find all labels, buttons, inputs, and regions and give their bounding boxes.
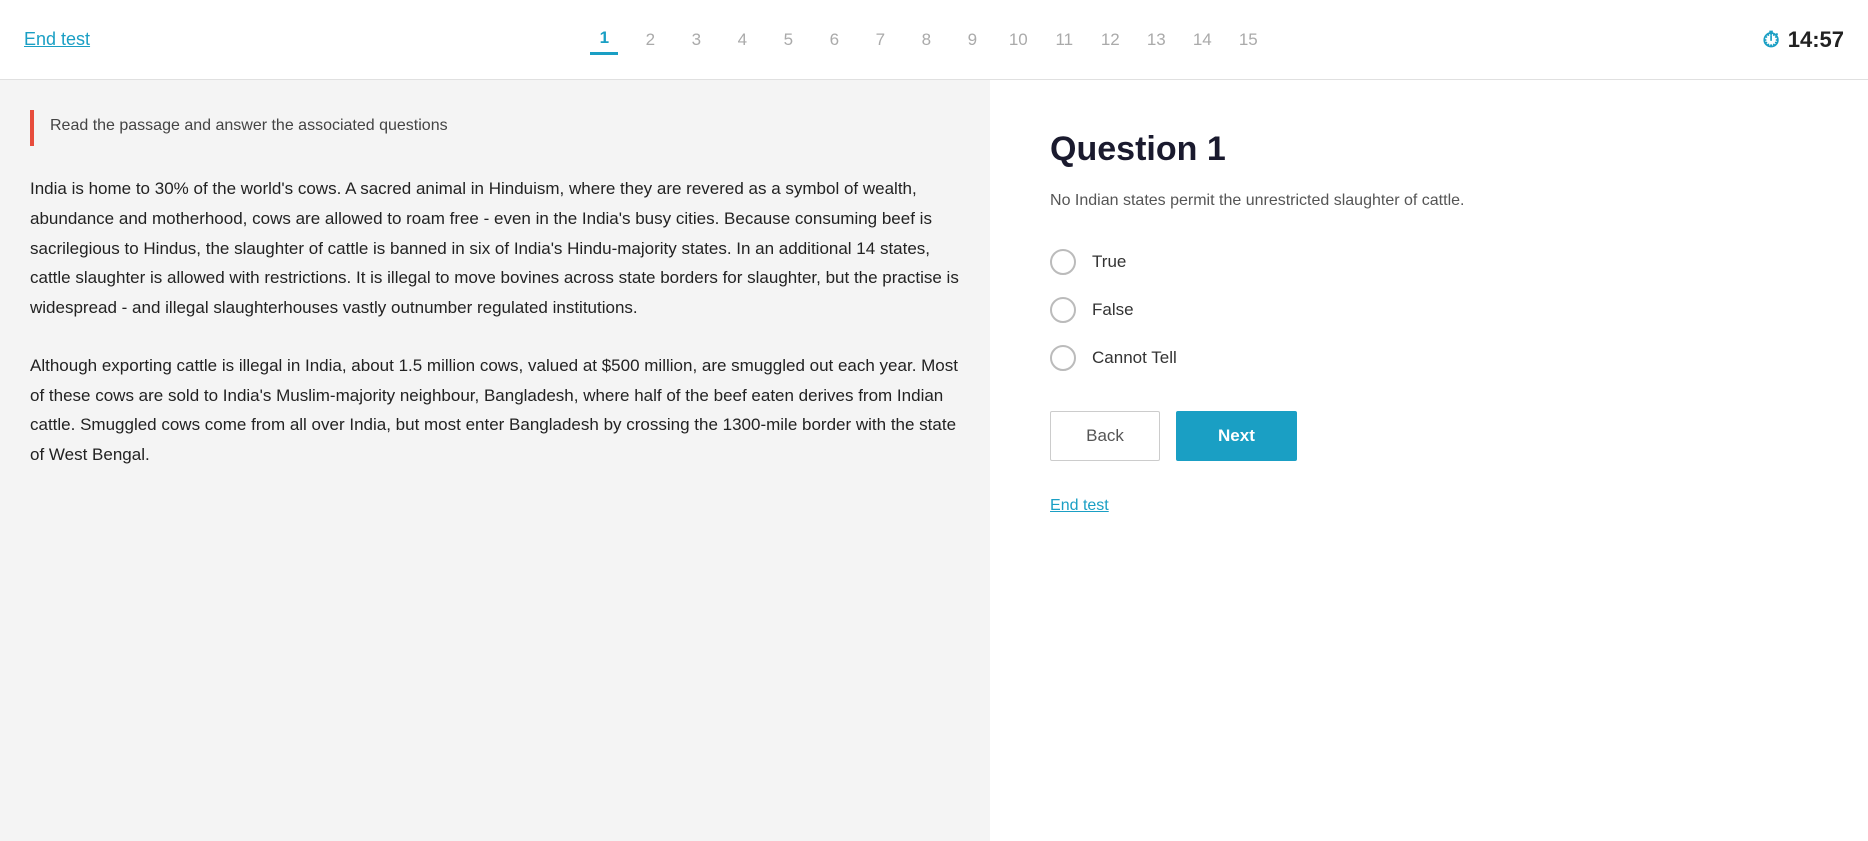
option-radio-true[interactable]	[1050, 249, 1076, 275]
next-button[interactable]: Next	[1176, 411, 1297, 461]
options-list: True False Cannot Tell	[1050, 249, 1808, 371]
option-radio-false[interactable]	[1050, 297, 1076, 323]
end-test-link[interactable]: End test	[24, 29, 90, 50]
question-title: Question 1	[1050, 130, 1808, 169]
question-numbers: 123456789101112131415	[590, 24, 1262, 55]
passage-text: India is home to 30% of the world's cows…	[30, 174, 960, 470]
option-item-false[interactable]: False	[1050, 297, 1808, 323]
question-number-12[interactable]: 12	[1096, 26, 1124, 54]
question-number-15[interactable]: 15	[1234, 26, 1262, 54]
main-content: Read the passage and answer the associat…	[0, 80, 1868, 841]
option-radio-cannot_tell[interactable]	[1050, 345, 1076, 371]
option-item-cannot_tell[interactable]: Cannot Tell	[1050, 345, 1808, 371]
question-number-2[interactable]: 2	[636, 26, 664, 54]
question-body: No Indian states permit the unrestricted…	[1050, 189, 1808, 213]
option-label-true: True	[1092, 252, 1126, 272]
back-button[interactable]: Back	[1050, 411, 1160, 461]
question-number-6[interactable]: 6	[820, 26, 848, 54]
timer-display: ⏱ 14:57	[1763, 27, 1844, 53]
timer-value: 14:57	[1788, 27, 1844, 53]
passage-area: Read the passage and answer the associat…	[0, 80, 990, 841]
instruction-text: Read the passage and answer the associat…	[50, 110, 448, 138]
option-label-false: False	[1092, 300, 1134, 320]
instruction-bar	[30, 110, 34, 146]
end-test-bottom-link[interactable]: End test	[1050, 497, 1109, 514]
option-label-cannot_tell: Cannot Tell	[1092, 348, 1177, 368]
question-area: Question 1 No Indian states permit the u…	[990, 80, 1868, 841]
question-number-9[interactable]: 9	[958, 26, 986, 54]
question-number-11[interactable]: 11	[1050, 26, 1078, 54]
action-buttons: Back Next	[1050, 411, 1808, 461]
passage-paragraph-2: Although exporting cattle is illegal in …	[30, 351, 960, 470]
question-number-8[interactable]: 8	[912, 26, 940, 54]
question-number-3[interactable]: 3	[682, 26, 710, 54]
question-number-1[interactable]: 1	[590, 24, 618, 55]
question-number-5[interactable]: 5	[774, 26, 802, 54]
question-number-4[interactable]: 4	[728, 26, 756, 54]
passage-instruction: Read the passage and answer the associat…	[30, 110, 960, 146]
question-number-13[interactable]: 13	[1142, 26, 1170, 54]
question-number-10[interactable]: 10	[1004, 26, 1032, 54]
question-number-7[interactable]: 7	[866, 26, 894, 54]
timer-icon: ⏱	[1763, 27, 1780, 53]
option-item-true[interactable]: True	[1050, 249, 1808, 275]
passage-paragraph-1: India is home to 30% of the world's cows…	[30, 174, 960, 323]
top-bar: End test 123456789101112131415 ⏱ 14:57	[0, 0, 1868, 80]
question-number-14[interactable]: 14	[1188, 26, 1216, 54]
